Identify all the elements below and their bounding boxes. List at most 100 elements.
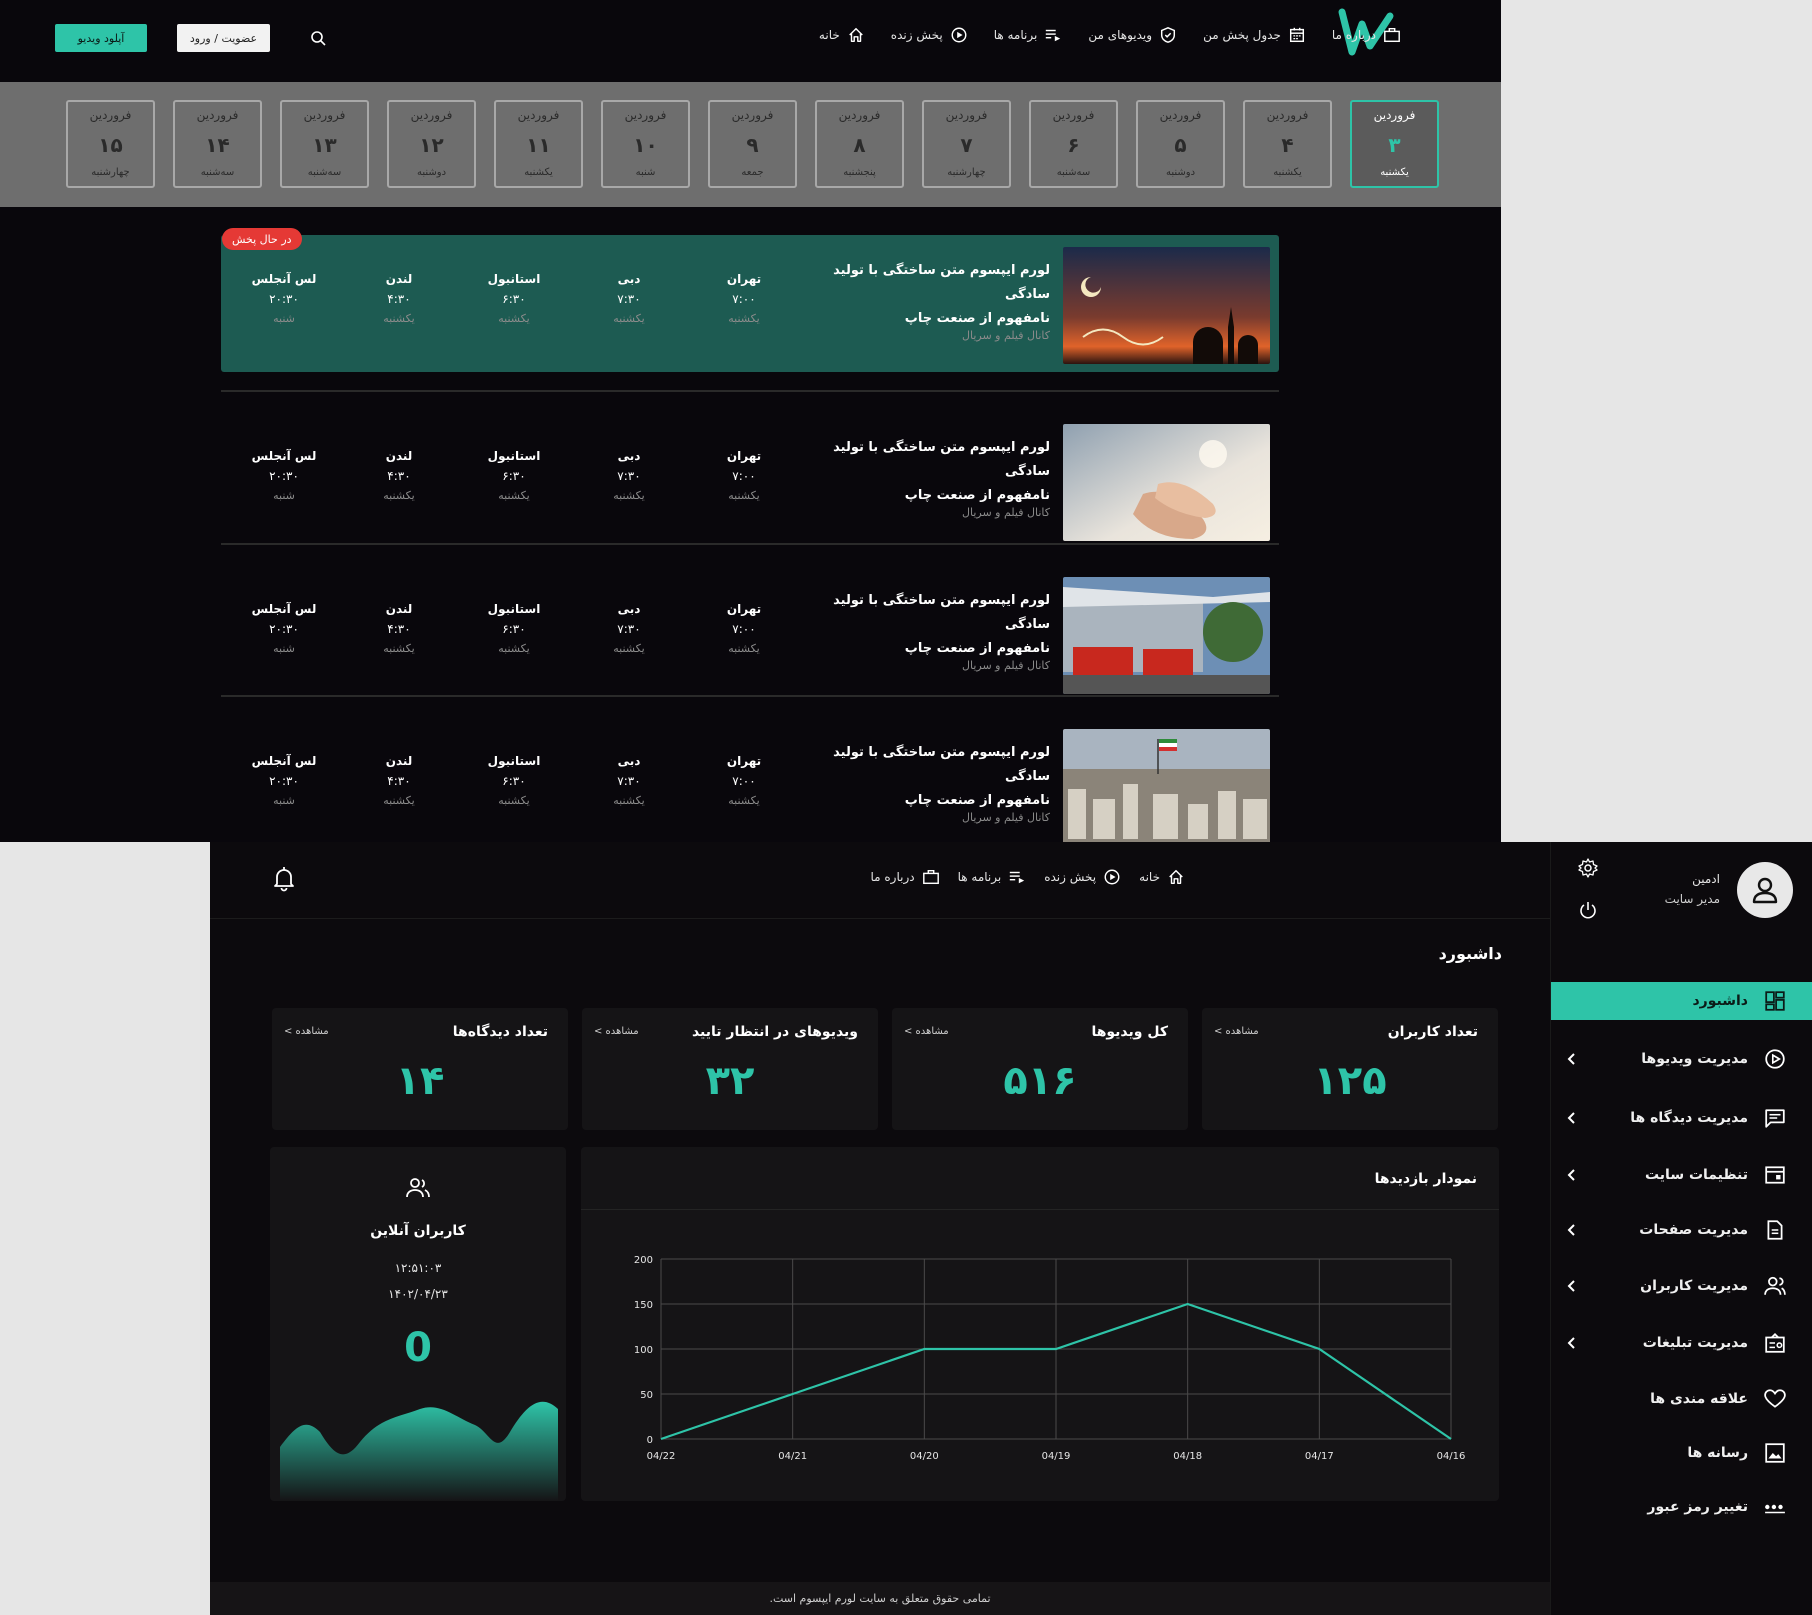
day-weekday: یکشنبه [1380,167,1409,178]
day-tab[interactable]: فروردین ۱۴ سه‌شنبه [173,100,262,188]
nav-link-5[interactable]: درباره ما [1332,26,1401,44]
search-icon[interactable] [310,30,326,46]
program-title[interactable]: لورم ایپسوم متن ساختگی با تولید سادگی نام… [790,741,1050,813]
day-tab[interactable]: فروردین ۱۵ چهارشنبه [66,100,155,188]
dashboard-icon [1765,991,1785,1011]
nav-link-0[interactable]: خانه [1139,868,1185,886]
day-weekday: سه‌شنبه [307,167,342,178]
online-users-time: ۱۲:۵۱:۰۳ [394,1261,442,1275]
day-number: ۹ [746,132,759,157]
nav-link-0[interactable]: خانه [819,26,865,44]
day-tab[interactable]: فروردین ۱۲ دوشنبه [387,100,476,188]
day-month: فروردین [303,108,346,122]
main-menu: خانه پخش زنده برنامه ها ویدیوهای من جدول پخش… [819,26,1401,44]
city-time: لندن ۴:۳۰ یکشنبه [359,272,439,325]
city-name: تهران [726,449,762,463]
city-hour: ۷:۰۰ [732,292,756,306]
nav-link-label: برنامه ها [957,870,1002,884]
day-tab[interactable]: فروردین ۷ چهارشنبه [922,100,1011,188]
program-channel: کانال فیلم و سریال [961,329,1050,342]
city-name: لس آنجلس [251,272,317,286]
day-tab[interactable]: فروردین ۵ دوشنبه [1136,100,1225,188]
settings-gear-icon[interactable] [1578,858,1598,878]
stat-view-link[interactable]: مشاهده > [284,1026,329,1037]
city-hour: ۲۰:۳۰ [269,774,299,788]
city-time: تهران ۷:۰۰ یکشنبه [704,754,784,807]
program-title-line: لورم ایپسوم متن ساختگی با تولید سادگی [833,593,1050,632]
sidebar-item-layout[interactable]: تنظیمات سایت [1551,1156,1812,1194]
city-day: یکشنبه [383,794,415,807]
sidebar-item-comment[interactable]: مدیریت دیدگاه ها [1551,1099,1812,1137]
admin-role: مدیر سایت [1664,892,1720,906]
praying-hands-thumbnail[interactable] [1063,424,1270,541]
nav-link-2[interactable]: برنامه ها [994,26,1063,44]
day-tab[interactable]: فروردین ۸ پنجشنبه [815,100,904,188]
day-tab[interactable]: فروردین ۱۳ سه‌شنبه [280,100,369,188]
row-divider [221,543,1279,545]
day-tab[interactable]: فروردین ۱۱ یکشنبه [494,100,583,188]
logout-power-icon[interactable] [1578,900,1598,920]
stat-view-link[interactable]: مشاهده > [1214,1026,1259,1037]
briefcase-icon [922,869,939,885]
day-month: فروردین [517,108,560,122]
nav-link-4[interactable]: جدول پخش من [1203,26,1306,44]
ad-icon [1765,1332,1785,1353]
city-hour: ۲۰:۳۰ [269,469,299,483]
sidebar-item-password[interactable]: تغییر رمز عبور [1551,1488,1812,1526]
image-icon [1765,1443,1785,1463]
city-day: یکشنبه [383,642,415,655]
nav-link-2[interactable]: برنامه ها [958,868,1027,886]
nav-link-3[interactable]: ویدیوهای من [1088,26,1177,44]
sidebar-item-ad[interactable]: مدیریت تبلیغات [1551,1324,1812,1362]
online-users-date: ۱۴۰۲/۰۴/۲۳ [388,1287,448,1301]
stat-view-link[interactable]: مشاهده > [904,1026,949,1037]
nav-link-label: خانه [1139,870,1160,884]
day-month: فروردین [624,108,667,122]
login-button[interactable]: عضویت / ورود [177,24,270,52]
nav-link-1[interactable]: پخش زنده [1044,868,1121,886]
notification-bell-icon[interactable] [272,866,296,892]
day-month: فروردین [945,108,988,122]
day-tab[interactable]: فروردین ۴ یکشنبه [1243,100,1332,188]
city-hour: ۷:۳۰ [617,469,641,483]
chart-header-divider [581,1209,1499,1210]
city-skyline-thumbnail[interactable] [1063,729,1270,842]
chart-title: نمودار بازدیدها [1374,1171,1477,1187]
stat-view-link[interactable]: مشاهده > [594,1026,639,1037]
day-number: ۱۲ [419,132,444,157]
city-time: تهران ۷:۰۰ یکشنبه [704,449,784,502]
city-name: لندن [385,754,413,768]
program-title[interactable]: لورم ایپسوم متن ساختگی با تولید سادگی نام… [790,589,1050,661]
sidebar-item-dashboard[interactable]: داشبورد [1551,982,1812,1020]
program-title[interactable]: لورم ایپسوم متن ساختگی با تولید سادگی نام… [790,259,1050,331]
day-tab[interactable]: فروردین ۳ یکشنبه [1350,100,1439,188]
sidebar-item-users[interactable]: مدیریت کاربران [1551,1267,1812,1305]
sidebar-item-heart[interactable]: علاقه مندی ها [1551,1380,1812,1418]
upload-video-button[interactable]: آپلود ویدیو [55,24,147,52]
stat-title: تعداد کاربران [1387,1024,1478,1040]
sidebar-item-document[interactable]: مدیریت صفحات [1551,1211,1812,1249]
sidebar-item-play-circle[interactable]: مدیریت ویدیوها [1551,1040,1812,1078]
sidebar-item-image[interactable]: رسانه ها [1551,1434,1812,1472]
nav-link-3[interactable]: درباره ما [870,868,939,886]
city-name: لندن [385,602,413,616]
stat-value: ۱۲۵ [1313,1058,1387,1104]
x-tick-label: 04/21 [778,1451,807,1462]
avatar[interactable] [1737,862,1793,918]
nav-link-1[interactable]: پخش زنده [891,26,968,44]
day-tab[interactable]: فروردین ۶ سه‌شنبه [1029,100,1118,188]
day-tab[interactable]: فروردین ۱۰ شنبه [601,100,690,188]
city-name: دبی [617,449,641,463]
program-title-line: نامفهوم از صنعت چاپ [904,311,1050,326]
city-day: شنبه [273,642,295,655]
day-tab[interactable]: فروردین ۹ جمعه [708,100,797,188]
fire-station-thumbnail[interactable] [1063,577,1270,694]
day-number: ۱۳ [312,132,337,157]
playlist-icon [1046,29,1061,42]
program-title[interactable]: لورم ایپسوم متن ساختگی با تولید سادگی نام… [790,436,1050,508]
city-day: شنبه [273,489,295,502]
ramadan-thumbnail[interactable] [1063,247,1270,364]
program-title-line: نامفهوم از صنعت چاپ [904,488,1050,503]
city-time: استانبول ۶:۳۰ یکشنبه [474,602,554,655]
y-tick-label: 50 [640,1390,653,1401]
